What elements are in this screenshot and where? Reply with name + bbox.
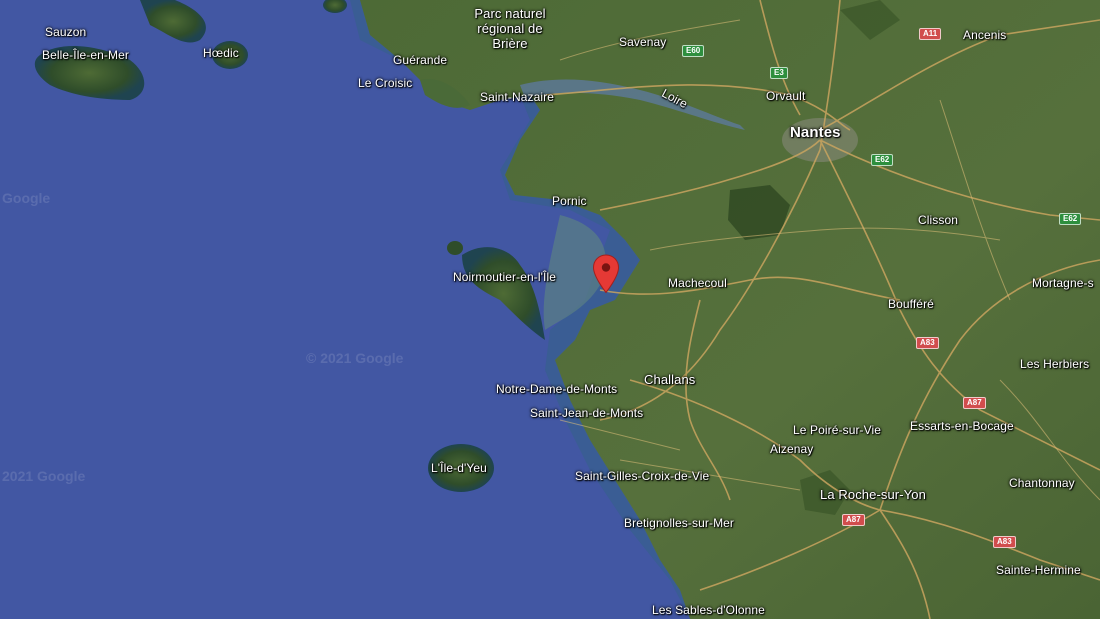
city-label: Challans — [644, 372, 696, 387]
city-label: La Roche-sur-Yon — [820, 487, 926, 502]
road-shield: E62 — [1059, 213, 1082, 225]
place-label: Sainte-Hermine — [996, 563, 1081, 577]
place-label: Essarts-en-Bocage — [910, 419, 1014, 433]
place-label: Orvault — [766, 89, 806, 103]
satellite-map[interactable]: Google © 2021 Google 2021 Google Sauzon … — [0, 0, 1100, 619]
place-label: Mortagne-s — [1032, 276, 1094, 290]
place-label: Les Sables-d'Olonne — [652, 603, 765, 617]
park-label: Parc naturel régional de Brière — [474, 6, 546, 51]
place-label: Ancenis — [963, 28, 1007, 42]
road-shield: A87 — [842, 514, 865, 526]
place-label: Pornic — [552, 194, 587, 208]
road-shield: A83 — [916, 337, 939, 349]
place-label: Guérande — [393, 53, 448, 67]
place-label: Notre-Dame-de-Monts — [496, 382, 618, 396]
place-label: Saint-Nazaire — [480, 90, 554, 104]
place-label: L'Île-d'Yeu — [431, 461, 487, 475]
place-label: Saint-Gilles-Croix-de-Vie — [575, 469, 710, 483]
place-label: Aizenay — [770, 442, 814, 456]
map-watermark: 2021 Google — [2, 468, 86, 484]
place-label: Chantonnay — [1009, 476, 1075, 490]
place-label: Hœdic — [203, 46, 239, 60]
place-label: Belle-Île-en-Mer — [42, 48, 129, 62]
map-watermark: Google — [2, 190, 51, 206]
road-shield: A11 — [919, 28, 942, 40]
location-pin-icon[interactable] — [592, 254, 620, 294]
road-shield: E60 — [682, 45, 705, 57]
city-label: Nantes — [790, 124, 841, 141]
place-label: Les Herbiers — [1020, 357, 1090, 371]
road-shield: A83 — [993, 536, 1016, 548]
map-watermark: © 2021 Google — [306, 350, 404, 366]
road-shield: A87 — [963, 397, 986, 409]
place-label: Boufféré — [888, 297, 934, 311]
place-label: Sauzon — [45, 25, 87, 39]
road-shield: E3 — [770, 67, 788, 79]
place-label: Bretignolles-sur-Mer — [624, 516, 735, 530]
place-label: Savenay — [619, 35, 667, 49]
place-label: Le Croisic — [358, 76, 413, 90]
place-label: Noirmoutier-en-l'Île — [453, 270, 556, 284]
place-label: Le Poiré-sur-Vie — [793, 423, 882, 437]
road-shield: E62 — [871, 154, 894, 166]
place-label: Machecoul — [668, 276, 727, 290]
place-label: Saint-Jean-de-Monts — [530, 406, 644, 420]
place-label: Clisson — [918, 213, 959, 227]
